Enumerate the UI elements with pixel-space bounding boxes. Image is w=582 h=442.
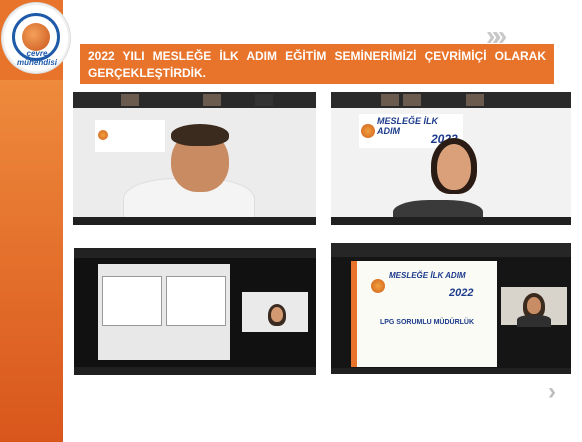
shared-screen-charts bbox=[98, 264, 230, 360]
slide-seminar-year: 2022 bbox=[449, 287, 474, 299]
next-slide-arrow-icon[interactable]: › bbox=[548, 378, 556, 406]
participant-bar bbox=[331, 92, 571, 108]
org-logo: çevre mühendisi bbox=[2, 3, 70, 73]
page-title-banner: 2022 YILI MESLEĞE İLK ADIM EĞİTİM SEMİNE… bbox=[80, 44, 554, 84]
seminar-sun-icon bbox=[371, 279, 385, 293]
taskbar bbox=[73, 217, 316, 225]
meeting-screenshot-4: MESLEĞE İLK ADIM 2022 LPG SORUMLU MÜDÜRL… bbox=[331, 243, 571, 374]
participant-bar bbox=[74, 248, 316, 258]
line-chart-left bbox=[102, 276, 162, 326]
slide-heading: LPG SORUMLU MÜDÜRLÜK bbox=[379, 319, 475, 326]
logo-text: çevre mühendisi bbox=[16, 49, 57, 67]
meeting-screenshot-1 bbox=[73, 92, 316, 225]
taskbar bbox=[74, 367, 316, 375]
participant-thumb bbox=[381, 94, 399, 106]
logo-globe-icon bbox=[22, 23, 50, 51]
line-chart-right bbox=[166, 276, 226, 326]
meeting-screenshot-2: MESLEĞE İLK ADIM 2022 bbox=[331, 92, 571, 225]
participant-thumb bbox=[466, 94, 484, 106]
presenter-video bbox=[501, 287, 567, 327]
seminar-logo-banner bbox=[95, 120, 165, 152]
participant-thumb bbox=[403, 94, 421, 106]
video-feed: MESLEĞE İLK ADIM 2022 bbox=[331, 108, 571, 225]
meeting-screenshot-3 bbox=[74, 248, 316, 375]
slide-accent-bar bbox=[351, 261, 357, 367]
sidebar-gradient bbox=[0, 80, 63, 442]
participant-thumb bbox=[203, 94, 221, 106]
taskbar bbox=[331, 217, 571, 225]
taskbar bbox=[331, 368, 571, 374]
seminar-sun-icon bbox=[361, 124, 375, 138]
slide-seminar-title: MESLEĞE İLK ADIM bbox=[389, 271, 466, 280]
participant-thumb bbox=[121, 94, 139, 106]
presentation-slide: MESLEĞE İLK ADIM 2022 LPG SORUMLU MÜDÜRL… bbox=[351, 261, 497, 367]
participant-bar bbox=[331, 243, 571, 257]
video-feed bbox=[73, 108, 316, 225]
participant-bar bbox=[73, 92, 316, 108]
presenter-video bbox=[242, 292, 308, 332]
seminar-sun-icon bbox=[98, 130, 108, 140]
participant-thumb bbox=[255, 94, 273, 106]
